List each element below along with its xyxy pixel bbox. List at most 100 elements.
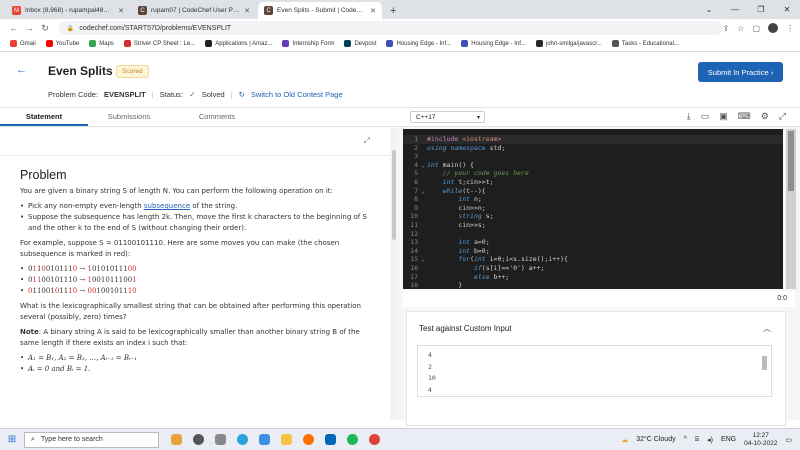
browser-tab[interactable]: C Even Splits - Submit | CodeChef ✕ (258, 2, 382, 19)
bookmark-item[interactable]: YouTube (45, 40, 79, 48)
bookmark-item[interactable]: Internship Form (282, 40, 334, 48)
custom-input-field[interactable]: 4 2 10 4 (417, 345, 772, 397)
widgets-icon[interactable] (171, 434, 182, 445)
language-indicator[interactable]: ENG (721, 436, 736, 443)
weather-text[interactable]: 32°C Cloudy (636, 436, 675, 443)
close-icon[interactable]: ✕ (244, 7, 250, 15)
language-select[interactable]: C++17 ▾ (410, 111, 485, 123)
reload-icon[interactable]: ↻ (37, 23, 53, 34)
close-icon[interactable]: ✕ (774, 0, 800, 19)
code-line[interactable]: 10 string s; (403, 212, 783, 221)
share-icon[interactable]: ⇪ (723, 24, 730, 33)
minimize-icon[interactable]: — (722, 0, 748, 19)
tab-submissions[interactable]: Submissions (90, 108, 168, 126)
chevron-up-icon[interactable]: ︿ (763, 323, 771, 334)
clock[interactable]: 12:27 04-10-2022 (744, 432, 777, 448)
edge-icon[interactable] (237, 434, 248, 445)
code-line[interactable]: 12 (403, 230, 783, 239)
bookmark-item[interactable]: Housing Edge - Inf... (386, 40, 451, 48)
bookmark-item[interactable]: Maps (89, 40, 114, 48)
tab-comments[interactable]: Comments (178, 108, 256, 126)
windows-start-icon[interactable]: ⊞ (0, 434, 24, 445)
cortana-icon[interactable] (193, 434, 204, 445)
code-line[interactable]: 17 else b++; (403, 273, 783, 282)
bookmark-item[interactable]: Gmail (10, 40, 36, 48)
search-placeholder: Type here to search (40, 436, 103, 443)
file-explorer-icon[interactable] (281, 434, 292, 445)
bookmark-item[interactable]: Applications | Amaz... (205, 40, 272, 48)
maximize-icon[interactable]: ❐ (748, 0, 774, 19)
download-icon[interactable]: ⤓ (687, 111, 691, 122)
code-line[interactable]: 4 ⌄ int main() { (403, 161, 783, 170)
store-icon[interactable] (259, 434, 270, 445)
url-field[interactable]: 🔒 codechef.com/START57D/problems/EVENSPL… (58, 21, 723, 35)
star-icon[interactable]: ☆ (737, 24, 744, 33)
submit-in-practice-button[interactable]: Submit In Practice › (698, 62, 783, 82)
chevron-down-icon[interactable]: ⌄ (696, 0, 722, 19)
chevron-down-icon: ▾ (476, 114, 480, 121)
sidepanel-icon[interactable]: ▢ (752, 24, 760, 33)
code-line[interactable]: 2 using namespace std; (403, 144, 783, 153)
gear-icon[interactable]: ⚙ (761, 111, 769, 122)
line-number: 2 (414, 143, 418, 152)
chrome-icon[interactable] (369, 434, 380, 445)
volume-icon[interactable]: ◂) (707, 436, 713, 444)
bookmark-item[interactable]: Devpost (344, 40, 376, 48)
shortcut-icon[interactable]: ⌨ (738, 111, 751, 122)
editor-scrollbar[interactable] (786, 129, 796, 289)
back-arrow-icon[interactable]: ← (16, 64, 27, 76)
notification-icon[interactable]: ▭ (785, 436, 792, 444)
code-line[interactable]: 7 ⌄ while(t--){ (403, 187, 783, 196)
tab-statement[interactable]: Statement (0, 108, 88, 126)
bookmark-item[interactable]: Striver CP Sheet : Le... (123, 40, 195, 48)
avatar[interactable] (768, 23, 778, 33)
code-line[interactable]: 11 cin>>s; (403, 221, 783, 230)
task-view-icon[interactable] (215, 434, 226, 445)
code-line[interactable]: 3 (403, 152, 783, 161)
code-line[interactable]: 16 if(s[i]=='0') a++; (403, 264, 783, 273)
bookmark-item[interactable]: Tasks - Educational... (611, 40, 679, 48)
taskbar-search[interactable]: ⌕ Type here to search (24, 431, 159, 448)
close-icon[interactable]: ✕ (118, 7, 124, 15)
scrollbar-thumb[interactable] (788, 131, 794, 191)
scrollbar-thumb[interactable] (392, 150, 396, 240)
back-arrow-icon[interactable]: ← (6, 23, 22, 33)
fullscreen-icon[interactable]: ⤢ (779, 111, 786, 122)
code-line[interactable]: 14 int b=0; (403, 247, 783, 256)
code-editor[interactable]: 1 #include <iostream> 2 using namespace s… (403, 129, 783, 289)
new-tab-button[interactable]: + (384, 2, 402, 19)
network-icon[interactable]: ⌸ (695, 436, 699, 444)
custom-input-scrollbar[interactable] (762, 352, 767, 392)
code-line[interactable]: 5 // your code goes here (403, 169, 783, 178)
code-line[interactable]: 6 int t;cin>>t; (403, 178, 783, 187)
code-line[interactable]: 8 int n; (403, 195, 783, 204)
spotify-icon[interactable] (347, 434, 358, 445)
browser-tab[interactable]: Crupam07 | CodeChef User Profile ✕ (132, 2, 256, 19)
browser-tab[interactable]: M Inbox (8,968) - rupampal48@gm ✕ (6, 2, 130, 19)
check-icon: ✓ (189, 90, 196, 99)
subsequence-link[interactable]: subsequence (144, 202, 190, 210)
comment-icon[interactable]: ▭ (701, 111, 710, 122)
statement-scrollbar[interactable] (390, 128, 398, 420)
save-icon[interactable]: ▣ (719, 111, 728, 122)
firefox-icon[interactable] (303, 434, 314, 445)
forward-arrow-icon[interactable]: → (22, 23, 38, 33)
close-icon[interactable]: ✕ (370, 7, 376, 15)
date: 04-10-2022 (744, 439, 778, 447)
code-line[interactable]: 1 #include <iostream> (403, 135, 783, 144)
scrollbar-thumb[interactable] (762, 356, 767, 370)
step-1-text: Pick any non-empty even-length (28, 202, 144, 210)
menu-icon[interactable]: ⋮ (786, 24, 794, 33)
code-line[interactable]: 15 ⌄ for(int i=0;i<s.size();i++){ (403, 255, 783, 264)
code-line[interactable]: 9 cin>>n; (403, 204, 783, 213)
expand-icon[interactable]: ⤢ (364, 136, 370, 146)
code-line[interactable]: 18 } (403, 281, 783, 289)
bookmark-item[interactable]: john-smilga/javascr... (535, 40, 602, 48)
bookmark-item[interactable]: Housing Edge - Inf... (461, 40, 526, 48)
page-title: Even Splits (48, 64, 113, 78)
old-contest-link[interactable]: Switch to Old Contest Page (251, 90, 343, 99)
code-line[interactable]: 13 int a=0; (403, 238, 783, 247)
tray-chevron-icon[interactable]: ^ (684, 436, 687, 443)
operation-step-1: Pick any non-empty even-length subsequen… (20, 201, 370, 212)
vscode-icon[interactable] (325, 434, 336, 445)
